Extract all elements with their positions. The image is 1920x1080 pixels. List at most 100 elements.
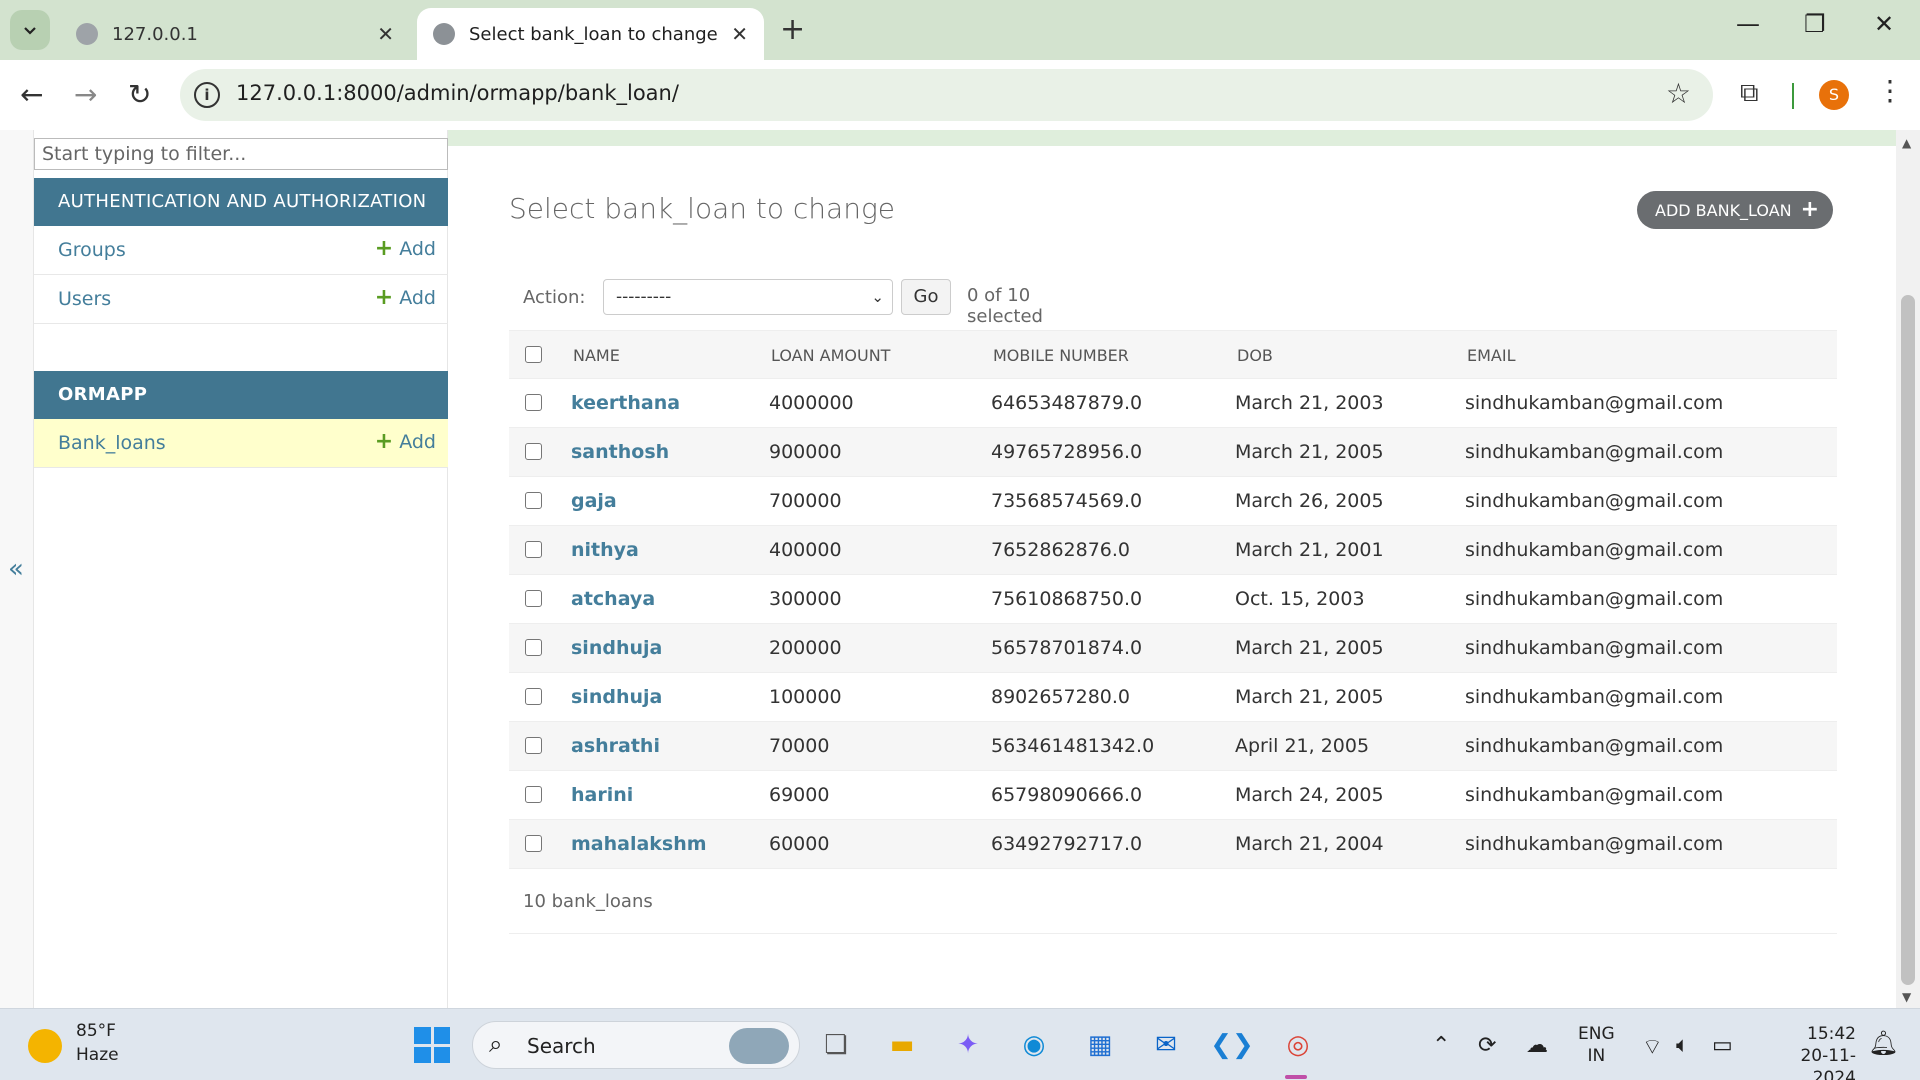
address-bar[interactable]: i 127.0.0.1:8000/admin/ormapp/bank_loan/…: [180, 69, 1713, 121]
row-name-link[interactable]: atchaya: [571, 588, 655, 610]
battery-icon[interactable]: ▭: [1712, 1033, 1733, 1058]
dob-cell: April 21, 2005: [1235, 735, 1370, 757]
select-all-checkbox[interactable]: [525, 346, 542, 363]
model-link-users[interactable]: Users: [58, 288, 111, 310]
close-tab-icon[interactable]: ✕: [731, 22, 748, 46]
weather-haze-icon[interactable]: [28, 1029, 62, 1063]
row-checkbox[interactable]: [525, 835, 542, 852]
app-header-ormapp[interactable]: ORMAPP: [34, 371, 448, 419]
tab-bank-loan[interactable]: Select bank_loan to change | Dj ✕: [417, 8, 764, 60]
system-clock[interactable]: 15:42 20-11-2024: [1760, 1023, 1856, 1080]
search-icon: ⌕: [489, 1030, 503, 1058]
action-select[interactable]: --------- ⌄: [603, 279, 893, 315]
notification-bell-icon[interactable]: 🔔︎: [1868, 1029, 1898, 1057]
add-bank-loans-link[interactable]: + Add: [375, 431, 436, 454]
menu-dots-icon[interactable]: ⋮: [1876, 74, 1904, 107]
outlook-icon[interactable]: ✉: [1146, 1025, 1186, 1065]
model-link-bank-loans[interactable]: Bank_loans: [58, 432, 166, 454]
close-window-icon[interactable]: ✕: [1874, 10, 1894, 38]
mobile-number-cell: 563461481342.0: [991, 735, 1155, 757]
reload-icon[interactable]: ↻: [128, 78, 151, 111]
profile-avatar[interactable]: S: [1819, 80, 1849, 110]
row-checkbox[interactable]: [525, 639, 542, 656]
extensions-icon[interactable]: ⧉: [1740, 78, 1759, 109]
scrollbar-thumb[interactable]: [1901, 295, 1915, 985]
table-row: mahalakshm 60000 63492792717.0 March 21,…: [509, 820, 1837, 869]
nav-filter-input[interactable]: [34, 138, 448, 170]
windows-start-icon[interactable]: [414, 1027, 450, 1063]
chrome-icon[interactable]: ◎: [1278, 1025, 1318, 1065]
active-app-indicator: [1285, 1075, 1307, 1079]
row-name-link[interactable]: sindhuja: [571, 637, 662, 659]
volume-icon[interactable]: 🔈︎: [1676, 1033, 1689, 1058]
new-tab-icon[interactable]: +: [780, 12, 805, 47]
table-row: atchaya 300000 75610868750.0 Oct. 15, 20…: [509, 575, 1837, 624]
column-header-mobile-number[interactable]: MOBILE NUMBER: [993, 346, 1129, 365]
row-name-link[interactable]: ashrathi: [571, 735, 660, 757]
edge-browser-icon[interactable]: ◉: [1014, 1025, 1054, 1065]
column-header-name[interactable]: NAME: [573, 346, 620, 365]
taskbar-search-label: Search: [527, 1034, 596, 1058]
minimize-icon[interactable]: —: [1736, 10, 1760, 38]
taskbar-search-box[interactable]: ⌕ Search: [472, 1021, 800, 1069]
row-checkbox[interactable]: [525, 786, 542, 803]
file-explorer-icon[interactable]: ▬: [882, 1025, 922, 1065]
scroll-down-icon[interactable]: ▼: [1902, 990, 1911, 1004]
row-name-link[interactable]: sindhuja: [571, 686, 662, 708]
onedrive-icon[interactable]: ☁: [1526, 1033, 1548, 1058]
task-view-icon[interactable]: ❏: [816, 1025, 856, 1065]
tab-search-button[interactable]: [10, 10, 50, 50]
add-bank-loan-button[interactable]: ADD BANK_LOAN +: [1637, 191, 1833, 229]
row-checkbox[interactable]: [525, 443, 542, 460]
back-icon[interactable]: ←: [20, 78, 43, 111]
microsoft-store-icon[interactable]: ▦: [1080, 1025, 1120, 1065]
url-text[interactable]: 127.0.0.1:8000/admin/ormapp/bank_loan/: [236, 81, 679, 105]
column-header-email[interactable]: EMAIL: [1467, 346, 1516, 365]
mobile-number-cell: 7652862876.0: [991, 539, 1131, 561]
row-checkbox[interactable]: [525, 492, 542, 509]
go-button[interactable]: Go: [901, 279, 951, 315]
app-header-auth[interactable]: AUTHENTICATION AND AUTHORIZATION: [34, 178, 448, 226]
forward-icon[interactable]: →: [74, 78, 97, 111]
add-users-link[interactable]: + Add: [375, 287, 436, 310]
bookmark-star-icon[interactable]: ☆: [1666, 77, 1691, 110]
sync-icon[interactable]: ⟳: [1478, 1033, 1496, 1058]
row-checkbox[interactable]: [525, 394, 542, 411]
mobile-number-cell: 56578701874.0: [991, 637, 1143, 659]
row-checkbox[interactable]: [525, 590, 542, 607]
column-header-loan-amount[interactable]: LOAN AMOUNT: [771, 346, 890, 365]
scroll-up-icon[interactable]: ▲: [1902, 136, 1911, 150]
language-code: ENG: [1578, 1024, 1615, 1044]
table-row: ashrathi 70000 563461481342.0 April 21, …: [509, 722, 1837, 771]
row-checkbox[interactable]: [525, 688, 542, 705]
row-checkbox[interactable]: [525, 541, 542, 558]
email-cell: sindhukamban@gmail.com: [1465, 490, 1724, 512]
row-name-link[interactable]: mahalakshm: [571, 833, 707, 855]
mobile-number-cell: 63492792717.0: [991, 833, 1143, 855]
sidebar-collapse-toggle[interactable]: «: [0, 130, 34, 1008]
email-cell: sindhukamban@gmail.com: [1465, 588, 1724, 610]
page-scrollbar[interactable]: ▲ ▼: [1896, 130, 1920, 1008]
row-name-link[interactable]: nithya: [571, 539, 639, 561]
row-name-link[interactable]: gaja: [571, 490, 617, 512]
chevron-up-icon[interactable]: ⌃: [1432, 1033, 1450, 1058]
row-name-link[interactable]: harini: [571, 784, 633, 806]
wifi-icon[interactable]: ⌔: [1642, 1033, 1663, 1061]
column-header-dob[interactable]: DOB: [1237, 346, 1273, 365]
loan-amount-cell: 4000000: [769, 392, 854, 414]
close-tab-icon[interactable]: ✕: [377, 22, 394, 46]
row-name-link[interactable]: keerthana: [571, 392, 680, 414]
tab-localhost[interactable]: 127.0.0.1 ✕: [60, 8, 410, 60]
restore-icon[interactable]: ❐: [1804, 10, 1826, 38]
language-indicator[interactable]: ENG IN: [1578, 1023, 1615, 1067]
weather-temperature[interactable]: 85°F: [76, 1021, 116, 1041]
table-row: harini 69000 65798090666.0 March 24, 200…: [509, 771, 1837, 820]
copilot-icon[interactable]: ✦: [948, 1025, 988, 1065]
row-checkbox[interactable]: [525, 737, 542, 754]
weather-description[interactable]: Haze: [76, 1045, 119, 1065]
vscode-icon[interactable]: ❮❯: [1210, 1025, 1254, 1065]
model-link-groups[interactable]: Groups: [58, 239, 126, 261]
site-info-icon[interactable]: i: [194, 82, 220, 108]
add-groups-link[interactable]: + Add: [375, 238, 436, 261]
row-name-link[interactable]: santhosh: [571, 441, 669, 463]
